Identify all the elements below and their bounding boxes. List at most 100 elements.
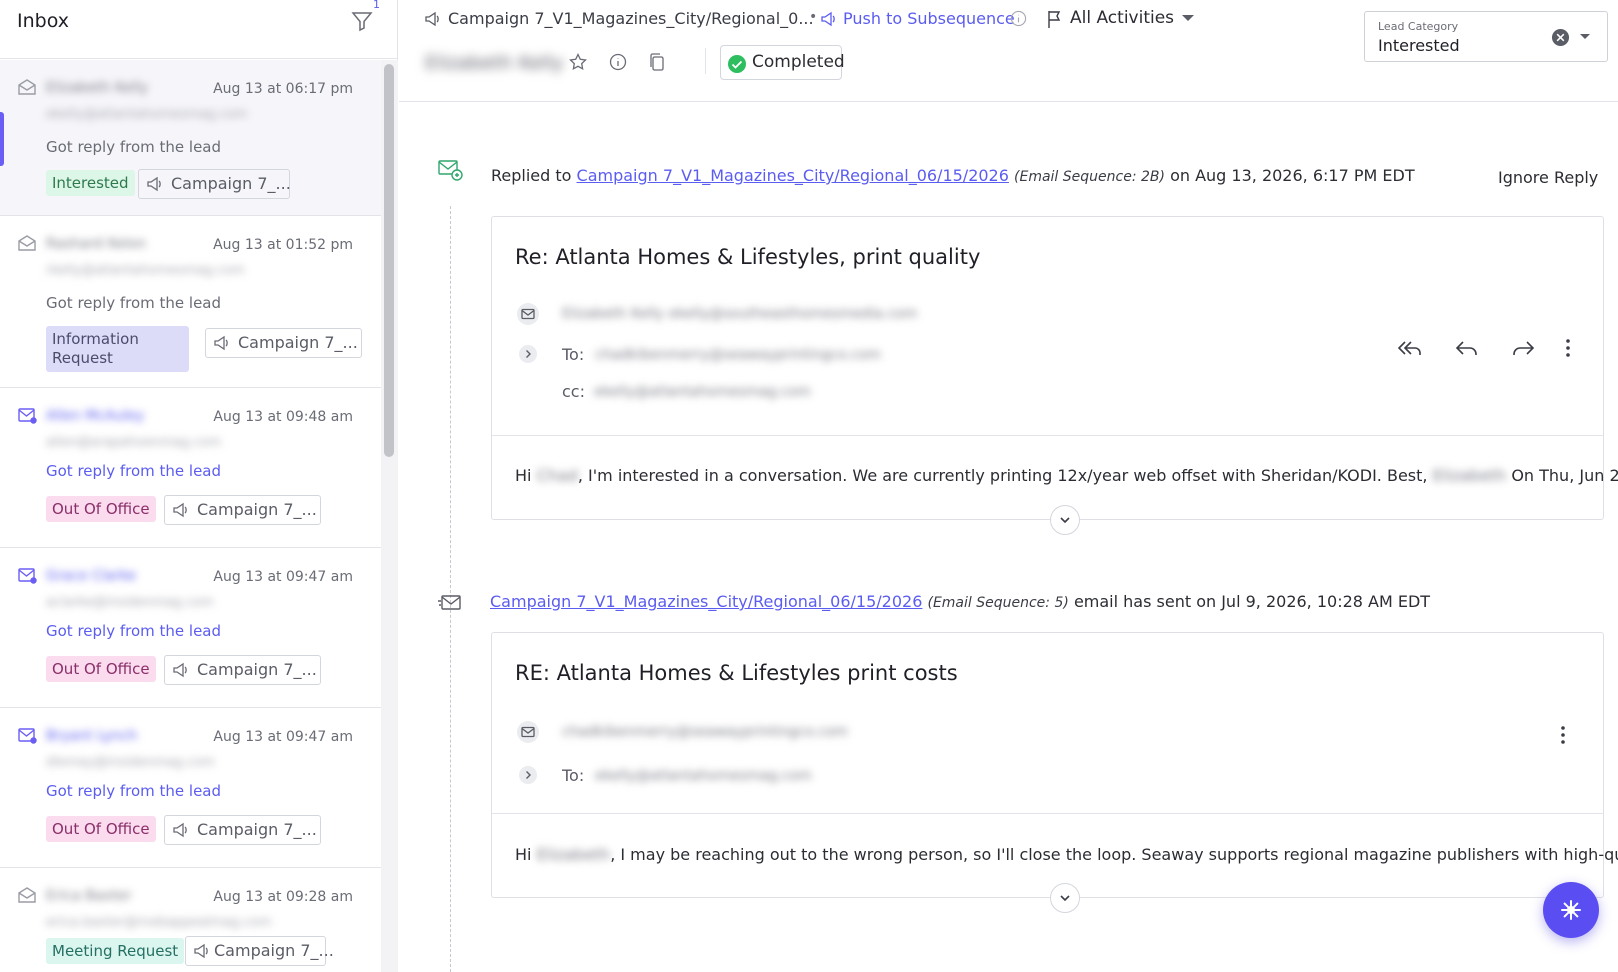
body-redacted-name: Chad xyxy=(536,466,578,485)
tag-out-of-office: Out Of Office xyxy=(46,496,156,522)
caret-down-icon xyxy=(1182,15,1194,21)
email-cc: ekelly@atlantahomesmag.com xyxy=(594,384,811,400)
campaign-chip[interactable]: Campaign 7_... xyxy=(164,655,321,685)
clear-icon[interactable] xyxy=(1551,28,1570,47)
tag-information-request: Information Request xyxy=(46,326,189,372)
assistant-fab[interactable] xyxy=(1543,882,1599,938)
lead-category-select[interactable]: Lead Category Interested xyxy=(1364,11,1608,62)
conversation-item[interactable]: Allen McAuley allen@arapahoenmag.com Aug… xyxy=(0,388,381,548)
activities-label: All Activities xyxy=(1070,8,1175,28)
to-label: To: xyxy=(562,345,585,364)
campaign-chip-label: Campaign 7_... xyxy=(171,174,291,193)
lead-email: rkelly@atlantahomesmag.com xyxy=(46,263,245,278)
expand-email-button[interactable] xyxy=(1050,883,1080,913)
event-prefix: Replied to xyxy=(491,166,572,185)
email-to: ekelly@atlantahomesmag.com xyxy=(595,768,812,784)
envelope-open-icon xyxy=(18,79,36,95)
reply-all-icon[interactable] xyxy=(1395,334,1423,362)
event-suffix: email has sent on Jul 9, 2026, 10:28 AM … xyxy=(1073,592,1431,611)
lead-name: Rashard Kelon xyxy=(46,236,147,252)
item-date: Aug 13 at 09:28 am xyxy=(213,889,353,905)
lead-category-value: Interested xyxy=(1378,36,1460,55)
megaphone-icon xyxy=(173,822,187,838)
conversation-item[interactable]: Elizabeth Kelly ekelly@atlantahomesmag.c… xyxy=(0,60,381,216)
sidebar-scrollbar-thumb[interactable] xyxy=(384,64,394,457)
email-card-reply: Re: Atlanta Homes & Lifestyles, print qu… xyxy=(491,216,1618,520)
campaign-chip-label: Campaign 7_... xyxy=(197,820,317,839)
more-vertical-icon[interactable] xyxy=(1554,334,1582,362)
campaign-link[interactable]: Campaign 7_V1_Magazines_City/Regional_06… xyxy=(490,592,922,611)
check-circle-icon xyxy=(728,55,746,73)
filter-icon[interactable] xyxy=(350,9,374,33)
info-icon[interactable] xyxy=(1010,10,1027,27)
conversation-item[interactable]: Erica Baxter erica.baxter@mebappealmag.c… xyxy=(0,868,381,972)
email-subject: Re: Atlanta Homes & Lifestyles, print qu… xyxy=(515,245,981,269)
campaign-chip[interactable]: Campaign 7_... xyxy=(138,169,291,199)
push-to-subsequence-label: Push to Subsequence xyxy=(843,9,1015,28)
envelope-unread-icon xyxy=(18,408,37,424)
separator-dot: • xyxy=(809,9,818,25)
inbox-header: Inbox 1 xyxy=(0,0,398,59)
item-date: Aug 13 at 09:48 am xyxy=(213,409,353,425)
filter-count-badge: 1 xyxy=(373,0,380,11)
ignore-reply-button[interactable]: Ignore Reply xyxy=(1498,168,1598,187)
conversation-item[interactable]: Grace Clarke aclarke@insidenmag.com Aug … xyxy=(0,548,381,708)
envelope-sent-icon xyxy=(438,595,461,610)
expand-email-button[interactable] xyxy=(1050,505,1080,535)
email-sequence: (Email Sequence: 2B) xyxy=(1014,169,1165,185)
envelope-unread-icon xyxy=(18,728,37,744)
item-preview: Got reply from the lead xyxy=(46,782,222,800)
star-icon[interactable] xyxy=(568,52,588,72)
email-body-preview: Hi Elizabeth, I may be reaching out to t… xyxy=(515,845,1618,864)
campaign-chip-label: Campaign 7_... xyxy=(238,333,358,352)
envelope-open-icon xyxy=(18,887,36,903)
body-greeting: Hi xyxy=(515,845,532,864)
forward-icon[interactable] xyxy=(1509,334,1537,362)
campaign-chip-label: Campaign 7_... xyxy=(197,660,317,679)
lead-name: Elizabeth Kelly xyxy=(46,80,149,96)
lead-email: aclarke@insidenmag.com xyxy=(46,595,214,610)
more-vertical-icon[interactable] xyxy=(1549,721,1577,749)
lead-name: Bryant Lynch xyxy=(46,728,138,744)
timeline-connector xyxy=(450,206,451,972)
email-card-sent: RE: Atlanta Homes & Lifestyles print cos… xyxy=(491,632,1618,898)
megaphone-icon xyxy=(425,11,439,27)
item-preview: Got reply from the lead xyxy=(46,294,222,312)
body-redacted-name: Elizabeth xyxy=(536,845,611,864)
campaign-chip[interactable]: Campaign 7_... xyxy=(185,936,334,966)
lead-email: dlemay@insidenmag.com xyxy=(46,755,215,770)
lead-name-title: Elizabeth Kelly xyxy=(425,52,564,74)
status-label: Completed xyxy=(752,52,845,72)
campaign-chip[interactable]: Campaign 7_... xyxy=(205,328,362,358)
cc-label: cc: xyxy=(562,382,585,401)
item-preview: Got reply from the lead xyxy=(46,622,222,640)
lead-name: Erica Baxter xyxy=(46,888,132,904)
status-completed-button[interactable]: Completed xyxy=(720,45,845,80)
copy-icon[interactable] xyxy=(647,52,667,72)
chevron-down-icon xyxy=(1060,517,1070,524)
tag-out-of-office: Out Of Office xyxy=(46,656,156,682)
envelope-unread-icon xyxy=(18,568,37,584)
chevron-down-icon xyxy=(1060,895,1070,902)
conversation-header: Campaign 7_V1_Magazines_City/Regional_0.… xyxy=(399,0,1618,102)
conversation-item[interactable]: Bryant Lynch dlemay@insidenmag.com Aug 1… xyxy=(0,708,381,868)
tag-out-of-office: Out Of Office xyxy=(46,816,156,842)
info-icon[interactable] xyxy=(608,52,628,72)
campaign-chip[interactable]: Campaign 7_... xyxy=(164,815,321,845)
body-text: , I'm interested in a conversation. We a… xyxy=(577,466,1428,485)
campaign-chip[interactable]: Campaign 7_... xyxy=(164,495,321,525)
sparkle-icon xyxy=(1561,900,1581,920)
megaphone-icon xyxy=(214,335,228,351)
caret-down-icon[interactable] xyxy=(1579,33,1591,40)
chevron-right-icon[interactable] xyxy=(519,345,537,363)
campaign-link[interactable]: Campaign 7_V1_Magazines_City/Regional_06… xyxy=(577,166,1009,185)
campaign-chip-label: Campaign 7_... xyxy=(197,500,317,519)
chevron-right-icon[interactable] xyxy=(519,766,537,784)
conversation-item[interactable]: Rashard Kelon rkelly@atlantahomesmag.com… xyxy=(0,216,381,388)
card-divider xyxy=(492,435,1603,436)
lead-email: ekelly@atlantahomesmag.com xyxy=(46,107,248,122)
envelope-open-icon xyxy=(18,235,36,251)
sent-event-text: Campaign 7_V1_Magazines_City/Regional_06… xyxy=(490,592,1430,611)
campaign-name: Campaign 7_V1_Magazines_City/Regional_0.… xyxy=(448,9,814,28)
reply-icon[interactable] xyxy=(1453,334,1481,362)
